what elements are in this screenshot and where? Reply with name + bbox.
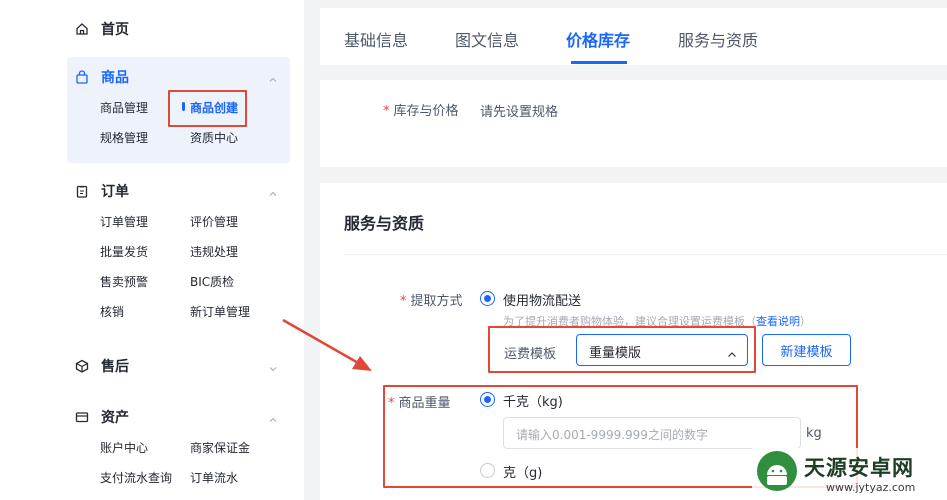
annotation-arrow [282, 318, 372, 371]
watermark: 天源安卓网 www.jytyaz.com [752, 448, 942, 498]
android-logo-icon [756, 450, 798, 492]
watermark-url: www.jytyaz.com [826, 481, 916, 494]
watermark-title: 天源安卓网 [804, 456, 914, 480]
